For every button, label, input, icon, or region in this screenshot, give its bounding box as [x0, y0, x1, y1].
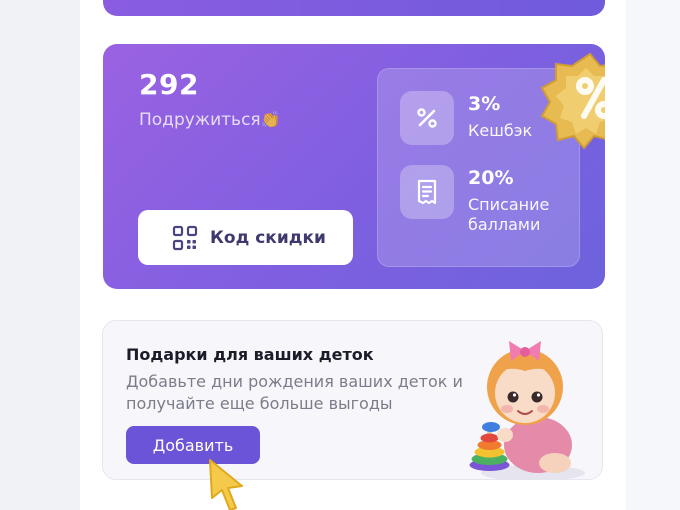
benefit-points-spending: 20% Списание баллами: [400, 165, 568, 235]
receipt-icon: [400, 165, 454, 219]
benefit-cashback: 3% Кешбэк: [400, 91, 532, 145]
discount-code-label: Код скидки: [210, 227, 326, 248]
kids-gifts-title: Подарки для ваших деток: [126, 345, 374, 364]
cashback-label: Кешбэк: [468, 121, 533, 140]
loyalty-status: Подружиться👏: [139, 110, 281, 130]
points-spending-label: Списание баллами: [468, 195, 550, 234]
loyalty-status-label: Подружиться: [139, 110, 261, 130]
baby-illustration: [469, 341, 585, 479]
clapping-hands-icon: 👏: [260, 110, 281, 129]
qr-code-icon: [172, 225, 198, 250]
previous-card-bottom-edge[interactable]: [103, 0, 605, 16]
loyalty-card[interactable]: 292 Подружиться👏 Код скидки 3% Кешбэк 20…: [103, 44, 605, 289]
pointer-cursor-icon: [209, 459, 243, 510]
kids-gifts-card[interactable]: Подарки для ваших деток Добавьте дни рож…: [102, 320, 603, 480]
right-background-strip: [626, 0, 680, 510]
discount-code-button[interactable]: Код скидки: [138, 210, 353, 265]
points-balance: 292: [139, 68, 199, 101]
cashback-value: 3%: [468, 93, 501, 115]
percent-badge-icon: [540, 52, 605, 150]
kids-gifts-description: Добавьте дни рождения ваших деток и полу…: [126, 372, 463, 413]
points-spending-value: 20%: [468, 167, 514, 189]
percent-icon: [400, 91, 454, 145]
